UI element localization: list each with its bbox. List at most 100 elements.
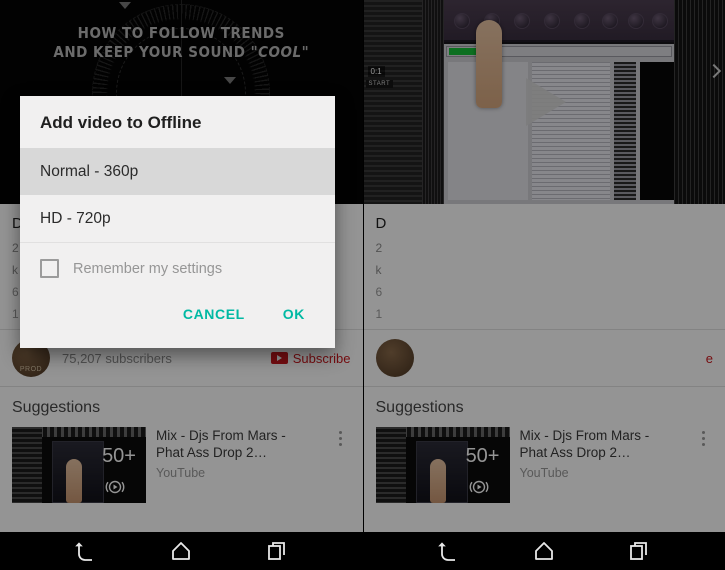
video-caption-text: HOW TO FOLLOW TRENDS AND KEEP YOUR SOUND… <box>0 24 363 62</box>
thumbnail-sidebar <box>375 427 406 503</box>
knob-icon <box>601 13 618 29</box>
remember-settings-row-left[interactable]: Remember my settings <box>20 243 335 292</box>
suggestions-section-left: Suggestions 50+ Mix - Djs From Mars - Ph… <box>0 387 363 513</box>
recent-apps-button[interactable] <box>260 538 294 564</box>
knob-icon <box>651 13 668 29</box>
android-navigation-bar-right <box>363 532 725 570</box>
home-button[interactable] <box>164 538 198 564</box>
remember-settings-label: Remember my settings <box>73 260 223 277</box>
suggestion-info-left: Mix - Djs From Mars - Phat Ass Drop 2… Y… <box>146 427 331 480</box>
phone-screen-right: 0:1 START D 2 k 6 1 e Suggestions 50+ Mi… <box>363 0 725 570</box>
cancel-button[interactable]: CANCEL <box>169 298 259 330</box>
video-title-right: D <box>375 215 387 232</box>
suggestion-title-line-1: Mix - Djs From Mars - <box>519 428 650 443</box>
home-button[interactable] <box>527 538 561 564</box>
kebab-dot <box>701 443 705 446</box>
kebab-dot <box>701 431 705 434</box>
subscribe-button-left[interactable]: Subscribe <box>270 350 351 366</box>
ok-button[interactable]: OK <box>269 298 319 330</box>
player-start-badge: START <box>365 80 394 88</box>
suggestion-info-right: Mix - Djs From Mars - Phat Ass Drop 2… Y… <box>510 427 694 480</box>
suggestion-overflow-menu-icon[interactable] <box>693 427 713 449</box>
thumbnail-finger <box>429 459 446 503</box>
thumbnail-finger <box>66 459 82 503</box>
quality-option-label: Normal - 360p <box>40 162 139 180</box>
recent-apps-icon <box>267 542 285 560</box>
remember-settings-checkbox[interactable] <box>40 259 59 278</box>
cast-audio-icon <box>469 480 488 494</box>
back-button[interactable] <box>69 538 103 564</box>
video-player-right[interactable]: 0:1 START <box>363 0 725 204</box>
kebab-dot <box>339 437 342 440</box>
youtube-app-right: 0:1 START D 2 k 6 1 e Suggestions 50+ Mi… <box>363 0 725 532</box>
suggestions-header-left: Suggestions <box>12 399 101 416</box>
radar-marker-top-icon <box>119 2 131 9</box>
back-arrow-icon <box>74 542 92 561</box>
subscribe-button-right[interactable]: e <box>706 351 713 366</box>
play-button-overlay-icon[interactable] <box>526 78 567 126</box>
recent-apps-button[interactable] <box>622 538 656 564</box>
suggestion-thumbnail-left[interactable]: 50+ <box>12 427 146 503</box>
video-actionrow-right: 1 <box>375 307 383 321</box>
list-item[interactable]: 50+ Mix - Djs From Mars - Phat Ass Drop … <box>364 427 725 513</box>
kebab-dot <box>701 437 705 440</box>
knob-icon <box>453 13 470 29</box>
dual-screenshot-root: HOW TO FOLLOW TRENDS AND KEEP YOUR SOUND… <box>0 0 725 570</box>
pointing-finger <box>475 20 502 108</box>
back-arrow-icon <box>438 542 456 561</box>
player-time-label: 0:1 <box>367 66 385 77</box>
thumbnail-sidebar <box>12 427 42 503</box>
android-navigation-bar-left <box>0 532 363 570</box>
daw-waveform <box>421 0 444 204</box>
video-caption-line-2-text: AND KEEP YOUR SOUND <box>53 43 246 61</box>
suggestion-thumbnail-right[interactable]: 50+ <box>375 427 510 503</box>
recent-apps-icon <box>630 542 648 560</box>
list-item[interactable]: 50+ Mix - Djs From Mars - Phat Ass Drop … <box>0 427 363 513</box>
kebab-dot <box>339 443 342 446</box>
suggestions-section-right: Suggestions 50+ Mix - Djs From Mars - Ph… <box>363 387 725 513</box>
phone-screen-left: HOW TO FOLLOW TRENDS AND KEEP YOUR SOUND… <box>0 0 363 570</box>
dialog-actions-left: CANCEL OK <box>20 292 335 348</box>
suggestion-title-line-2: Phat Ass Drop 2… <box>156 445 268 460</box>
home-icon <box>535 542 554 560</box>
subscriber-count-left: 75,207 subscribers <box>62 350 172 366</box>
video-caption-line-1: HOW TO FOLLOW TRENDS <box>77 24 285 42</box>
daw-track-list <box>363 0 422 204</box>
cast-audio-icon <box>105 480 125 494</box>
suggestions-header-right: Suggestions <box>375 399 464 416</box>
knob-icon <box>543 13 560 29</box>
youtube-play-icon <box>270 352 288 364</box>
channel-row-right[interactable]: e <box>363 330 725 386</box>
quality-option-normal-360p[interactable]: Normal - 360p <box>20 148 335 195</box>
suggestion-title-line-1: Mix - Djs From Mars - <box>156 428 286 443</box>
knob-icon <box>573 13 590 29</box>
quality-option-label: HD - 720p <box>40 209 111 227</box>
kebab-dot <box>339 431 342 434</box>
quality-option-hd-720p[interactable]: HD - 720p <box>20 195 335 242</box>
knob-icon <box>513 13 530 29</box>
daw-mixer-strip <box>613 62 636 200</box>
radar-marker-right-icon <box>224 77 236 84</box>
suggestion-overflow-menu-icon[interactable] <box>331 427 351 449</box>
daw-preview-black <box>639 62 674 200</box>
avatar[interactable] <box>375 339 414 377</box>
video-caption-quoted: "COOL" <box>250 43 310 61</box>
subscribe-label-right: e <box>705 350 713 366</box>
offline-quality-dialog-left: Add video to Offline Normal - 360p HD - … <box>20 96 335 348</box>
dialog-title-left: Add video to Offline <box>40 113 202 132</box>
video-channel-right: k <box>375 263 382 277</box>
home-icon <box>172 542 191 560</box>
back-button[interactable] <box>432 538 466 564</box>
suggestion-source-right: YouTube <box>519 466 569 480</box>
video-meta-right: D 2 k 6 1 <box>363 204 725 329</box>
video-likes-right: 6 <box>375 285 383 299</box>
subscribe-label-left: Subscribe <box>292 350 351 366</box>
knob-icon <box>627 13 644 29</box>
video-caption-line-2: AND KEEP YOUR SOUND "COOL" <box>0 43 363 62</box>
avatar-label: PROD <box>19 366 43 373</box>
video-views-right: 2 <box>375 241 383 255</box>
thumbnail-badge-right: 50+ <box>465 445 500 467</box>
daw-right-waveform <box>673 0 725 204</box>
suggestion-title-line-2: Phat Ass Drop 2… <box>519 445 631 460</box>
thumbnail-badge-left: 50+ <box>102 445 136 467</box>
